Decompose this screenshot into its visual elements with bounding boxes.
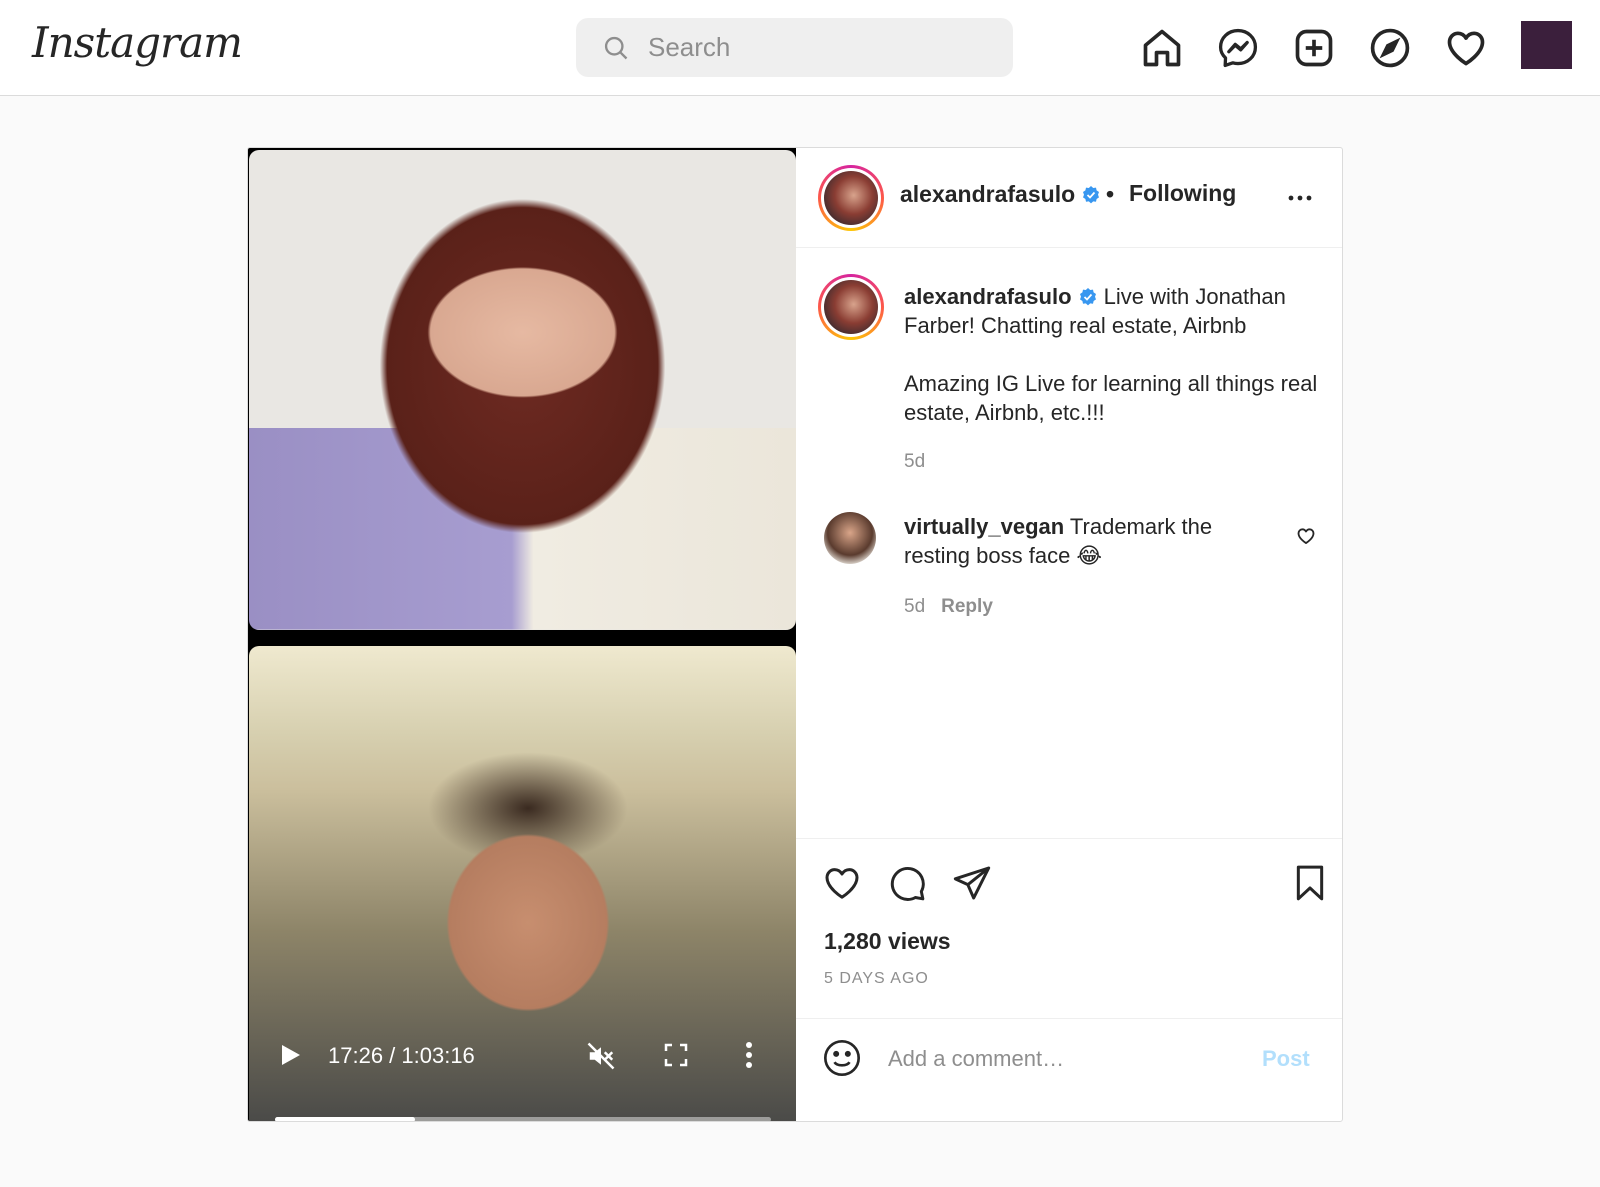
instagram-logo[interactable]: Instagram xyxy=(32,18,243,67)
post-date: 5 DAYS AGO xyxy=(824,970,929,987)
following-button[interactable]: Following xyxy=(1129,180,1236,207)
activity-heart-icon[interactable] xyxy=(1444,26,1488,70)
comment: virtually_vegan Trademark the resting bo… xyxy=(904,512,1264,570)
top-nav: Instagram xyxy=(0,0,1600,96)
post-header: alexandrafasulo • Following xyxy=(796,148,1342,248)
commenter-username[interactable]: virtually_vegan xyxy=(904,514,1064,539)
comment-meta: 5d Reply xyxy=(904,596,993,618)
author-username[interactable]: alexandrafasulo xyxy=(900,181,1101,208)
add-comment-input[interactable] xyxy=(888,1041,1238,1077)
post-card: 17:26 / 1:03:16 alexandrafasulo • Follow… xyxy=(247,147,1343,1122)
caption-text-2: Amazing IG Live for learning all things … xyxy=(904,371,1318,425)
video-player[interactable]: 17:26 / 1:03:16 xyxy=(248,148,796,1121)
comment-like-heart-icon[interactable] xyxy=(1296,526,1316,546)
bookmark-icon[interactable] xyxy=(1290,863,1330,903)
caption-username[interactable]: alexandrafasulo xyxy=(904,284,1072,309)
nav-icons xyxy=(1140,26,1488,70)
new-post-icon[interactable] xyxy=(1292,26,1336,70)
author-username-text[interactable]: alexandrafasulo xyxy=(900,181,1075,207)
search-bar[interactable] xyxy=(576,18,1013,77)
post-caption: alexandrafasulo Live with Jonathan Farbe… xyxy=(904,282,1324,427)
emoji-icon[interactable] xyxy=(822,1038,862,1078)
share-send-icon[interactable] xyxy=(952,863,992,903)
verified-badge-icon xyxy=(1079,288,1096,306)
search-input[interactable] xyxy=(648,32,988,63)
like-heart-icon[interactable] xyxy=(822,863,862,903)
messenger-icon[interactable] xyxy=(1216,26,1260,70)
video-progress-fill xyxy=(275,1117,416,1121)
post-comment-button[interactable]: Post xyxy=(1262,1046,1310,1072)
reply-button[interactable]: Reply xyxy=(941,596,993,617)
more-options-icon[interactable] xyxy=(1286,184,1314,212)
separator-dot: • xyxy=(1106,181,1115,207)
explore-icon[interactable] xyxy=(1368,26,1412,70)
commenter-avatar[interactable] xyxy=(824,512,876,564)
video-progress-bar[interactable] xyxy=(275,1117,771,1121)
fullscreen-icon[interactable] xyxy=(664,1043,688,1067)
profile-avatar[interactable] xyxy=(1521,21,1572,69)
view-count: 1,280 views xyxy=(824,928,951,954)
video-controls: 17:26 / 1:03:16 xyxy=(248,1013,796,1121)
home-icon[interactable] xyxy=(1140,26,1184,70)
video-frame-host xyxy=(249,150,796,630)
video-time: 17:26 / 1:03:16 xyxy=(328,1043,475,1068)
comment-bubble-icon[interactable] xyxy=(887,863,927,903)
play-icon[interactable] xyxy=(280,1043,302,1067)
author-avatar[interactable] xyxy=(818,165,884,231)
post-details: alexandrafasulo • Following alexandrafas… xyxy=(796,148,1342,1121)
muted-speaker-icon[interactable] xyxy=(586,1041,616,1071)
comment-timestamp: 5d xyxy=(904,596,926,617)
comment-divider xyxy=(796,1018,1342,1019)
actions-divider xyxy=(796,838,1342,839)
more-options-vertical-icon[interactable] xyxy=(745,1041,753,1069)
search-icon xyxy=(604,36,628,59)
caption-timestamp: 5d xyxy=(904,451,926,472)
caption-author-avatar[interactable] xyxy=(818,274,884,340)
verified-badge-icon xyxy=(1083,186,1100,204)
